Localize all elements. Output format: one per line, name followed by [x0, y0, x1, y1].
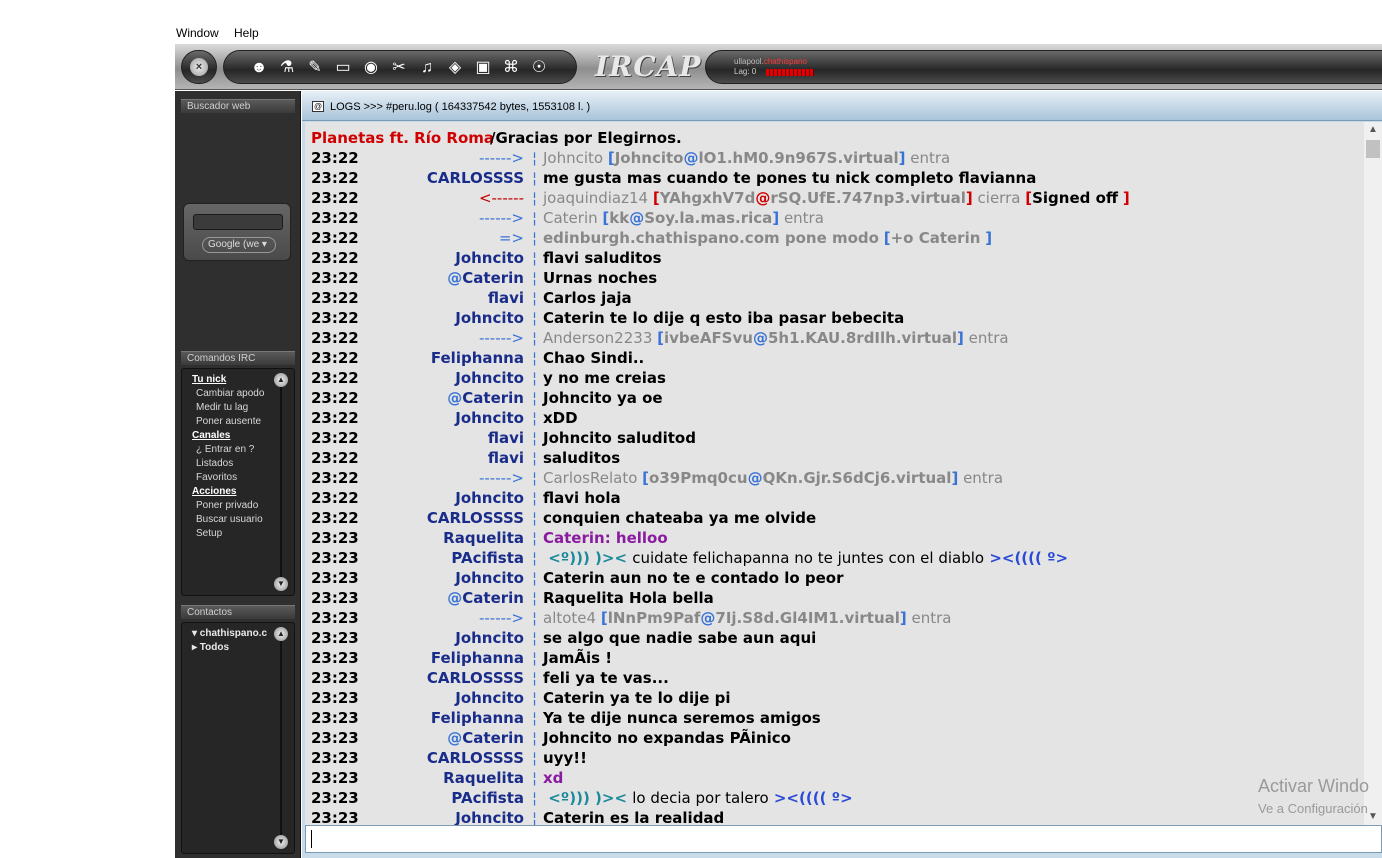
menu-help[interactable]: Help: [234, 26, 259, 40]
log-scrollbar[interactable]: ▲ ▼: [1364, 122, 1382, 825]
ircap-app: Window Help × ☻ ⚗ ✎ ▭ ◉ ✂ ♫ ◈ ▣ ⌘ ☉ IRCA…: [175, 22, 1382, 858]
tools-pill: ☻ ⚗ ✎ ▭ ◉ ✂ ♫ ◈ ▣ ⌘ ☉: [223, 50, 577, 84]
contacts-scrollbar[interactable]: ▲ ▼: [274, 627, 288, 849]
scroll-down-icon[interactable]: ▼: [274, 835, 288, 849]
search-panel-title: Buscador web: [181, 99, 295, 113]
contact-group-chathispano[interactable]: ▾ chathispano.c: [192, 627, 267, 641]
music-icon[interactable]: ♫: [416, 57, 438, 79]
activation-watermark: Activar Windo: [1258, 776, 1370, 796]
status-lag: Lag: 0: [734, 67, 757, 76]
cmd-cambiar-apodo[interactable]: Cambiar apodo: [196, 387, 264, 401]
sidebar: Buscador web Google (we ▾ Comandos IRC T…: [175, 91, 301, 858]
cmd-entrar-en[interactable]: ¿ Entrar en ?: [196, 443, 254, 457]
log-line: Planetas ft. Río Roma /Gracias por Elegi…: [311, 129, 682, 147]
contact-group-todos[interactable]: ▸ Todos: [192, 641, 229, 655]
cmd-canales[interactable]: Canales: [192, 429, 230, 443]
irc-icon[interactable]: ▣: [472, 57, 494, 79]
cmd-buscar-usuario[interactable]: Buscar usuario: [196, 513, 263, 527]
log-area[interactable]: Planetas ft. Río Roma /Gracias por Elegi…: [305, 122, 1364, 825]
activation-watermark-sub: Ve a Configuración: [1258, 801, 1368, 816]
message-input[interactable]: [305, 825, 1382, 853]
lag-bar: [766, 69, 814, 76]
contacts-panel: ▾ chathispano.c ▸ Todos ▲ ▼: [181, 622, 295, 854]
lifebuoy-icon[interactable]: ☉: [528, 57, 550, 79]
scroll-down-icon[interactable]: ▼: [274, 577, 288, 591]
globe-icon[interactable]: ◈: [444, 57, 466, 79]
log-titlebar: @ LOGS >>> #peru.log ( 164337542 bytes, …: [302, 91, 1382, 121]
pen-icon[interactable]: ✎: [304, 57, 326, 79]
cmd-listados[interactable]: Listados: [196, 457, 233, 471]
cmd-medir-lag[interactable]: Medir tu lag: [196, 401, 248, 415]
search-engine-select[interactable]: Google (we ▾: [202, 237, 276, 253]
script-icon[interactable]: ⌘: [500, 57, 522, 79]
scroll-up-icon[interactable]: ▲: [274, 627, 288, 641]
smiley-icon[interactable]: ☻: [248, 57, 270, 79]
cmd-setup[interactable]: Setup: [196, 527, 222, 541]
cmd-favoritos[interactable]: Favoritos: [196, 471, 237, 485]
cmd-acciones[interactable]: Acciones: [192, 485, 236, 499]
contacts-panel-title: Contactos: [181, 605, 295, 619]
toolbar: × ☻ ⚗ ✎ ▭ ◉ ✂ ♫ ◈ ▣ ⌘ ☉ IRCAP ullapool.c…: [175, 44, 1382, 90]
cmd-poner-privado[interactable]: Poner privado: [196, 499, 258, 513]
close-pill: ×: [181, 50, 217, 84]
search-input[interactable]: [193, 214, 283, 230]
scroll-up-icon[interactable]: ▲: [1364, 122, 1382, 138]
cmd-tu-nick[interactable]: Tu nick: [192, 373, 226, 387]
commands-panel-title: Comandos IRC: [181, 351, 295, 365]
status-server: ullapool.chathispano: [734, 57, 807, 66]
log-title: LOGS >>> #peru.log ( 164337542 bytes, 15…: [330, 101, 591, 113]
disc-icon[interactable]: ◉: [360, 57, 382, 79]
log-window: @ LOGS >>> #peru.log ( 164337542 bytes, …: [302, 91, 1382, 858]
scroll-thumb[interactable]: [1366, 140, 1380, 158]
google-search-box: Google (we ▾: [183, 203, 291, 261]
flask-icon[interactable]: ⚗: [276, 57, 298, 79]
scroll-up-icon[interactable]: ▲: [274, 373, 288, 387]
commands-panel: Tu nick Cambiar apodo Medir tu lag Poner…: [181, 368, 295, 596]
note-icon[interactable]: ▭: [332, 57, 354, 79]
cmd-poner-ausente[interactable]: Poner ausente: [196, 415, 261, 429]
close-icon[interactable]: ×: [190, 58, 208, 76]
window-icon: @: [312, 101, 324, 112]
status-pill: ullapool.chathispano Lag: 0: [705, 50, 1382, 84]
commands-scrollbar[interactable]: ▲ ▼: [274, 373, 288, 591]
menu-window[interactable]: Window: [176, 26, 219, 40]
tools-icon[interactable]: ✂: [388, 57, 410, 79]
ircap-logo: IRCAP: [595, 50, 702, 83]
menu-bar: Window Help: [175, 22, 1382, 43]
